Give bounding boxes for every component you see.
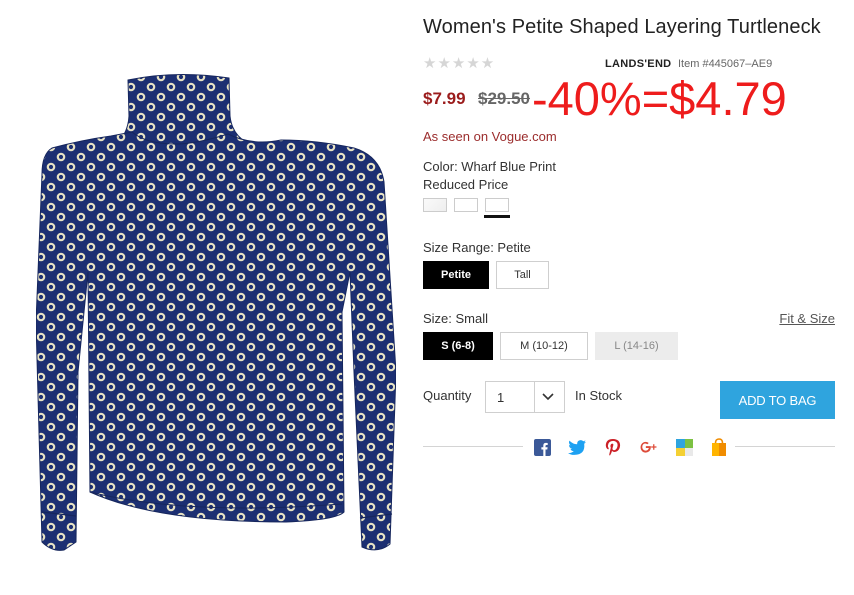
brand-logo: LANDS'END [605, 58, 672, 70]
chevron-down-icon[interactable] [541, 391, 555, 403]
quantity-value: 1 [497, 390, 505, 405]
google-plus-icon[interactable] [640, 438, 658, 456]
size-range-label: Size Range: Petite [423, 240, 531, 255]
shopping-bag-icon[interactable] [710, 437, 728, 456]
swatch-selected-indicator [484, 215, 510, 218]
color-swatch-3[interactable] [485, 198, 509, 212]
pinterest-icon[interactable] [604, 438, 622, 456]
add-to-bag-button[interactable]: ADD TO BAG [720, 381, 835, 419]
size-medium-button[interactable]: M (10-12) [500, 332, 588, 360]
facebook-icon[interactable] [533, 438, 551, 456]
color-label: Color: Wharf Blue Print [423, 159, 556, 174]
color-swatch-2[interactable] [454, 198, 478, 212]
size-range-petite-button[interactable]: Petite [423, 261, 489, 289]
size-label: Size: Small [423, 311, 489, 326]
reduced-price-label: Reduced Price [423, 177, 509, 192]
size-small-button[interactable]: S (6-8) [423, 332, 493, 360]
sale-price: $7.99 [423, 89, 466, 108]
stock-status: In Stock [575, 388, 622, 403]
fit-size-link[interactable]: Fit & Size [779, 311, 835, 326]
rating-stars[interactable]: ★★★★★ [423, 54, 495, 72]
share-divider-right [735, 446, 835, 447]
color-swatch-1[interactable] [423, 198, 447, 212]
quantity-label: Quantity [423, 388, 472, 403]
twitter-icon[interactable] [568, 438, 586, 456]
item-number: Item #445067–AE9 [678, 58, 773, 70]
quantity-divider [534, 382, 535, 412]
seen-on-vogue: As seen on Vogue.com [423, 129, 557, 144]
size-range-tall-button[interactable]: Tall [496, 261, 549, 289]
product-title: Women's Petite Shaped Layering Turtlenec… [423, 16, 821, 38]
flipboard-icon[interactable] [675, 438, 693, 456]
product-image [36, 73, 396, 551]
promo-annotation: -40%=$4.79 [532, 72, 787, 125]
quantity-select[interactable]: 1 [485, 381, 565, 413]
product-info: Women's Petite Shaped Layering Turtlenec… [423, 0, 835, 595]
size-large-button[interactable]: L (14-16) [595, 332, 678, 360]
share-divider-left [423, 446, 523, 447]
original-price: $29.50 [478, 89, 530, 108]
